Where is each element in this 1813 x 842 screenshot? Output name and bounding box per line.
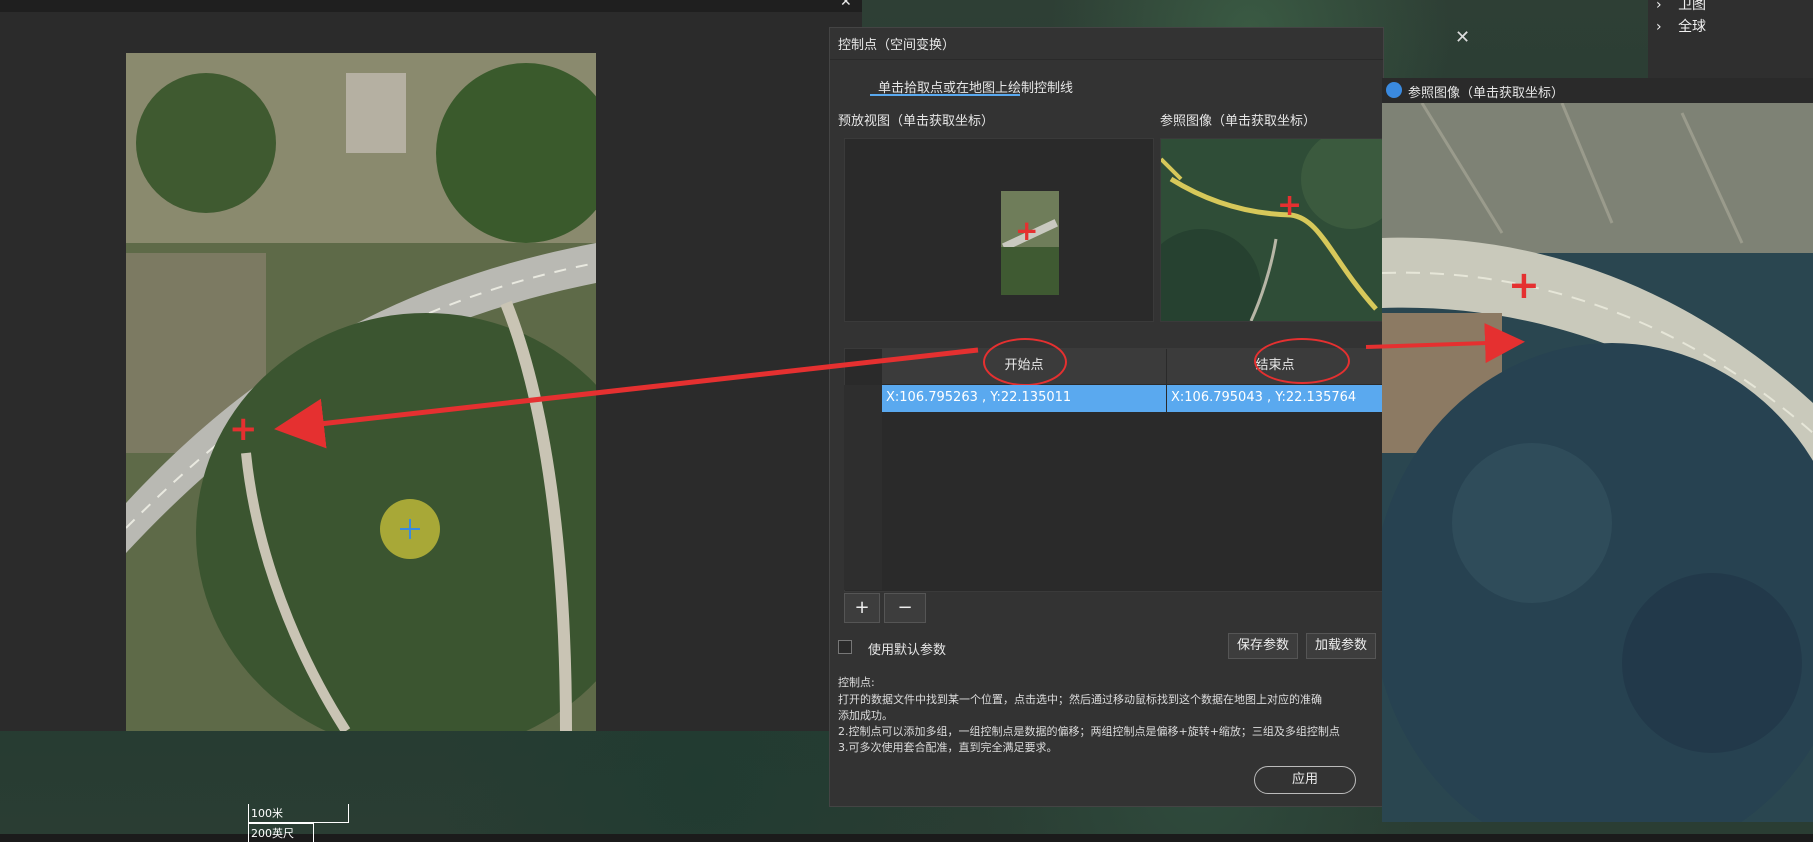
close-icon[interactable]: ✕ (840, 0, 852, 10)
preview-titlebar (0, 0, 862, 12)
row-index-column (844, 385, 882, 590)
control-points-dialog: 控制点（空间变换） 单击拾取点或在地图上绘制控制线 预放视图（单击获取坐标） 参… (829, 27, 1385, 807)
help-line-4: 3.可多次使用套合配准，直到完全满足要求。 (838, 741, 1058, 754)
end-header-highlight (1254, 338, 1350, 384)
preview-view-label: 预放视图（单击获取坐标） (838, 114, 995, 129)
scale-primary: 100米 (248, 804, 349, 823)
start-header-highlight (983, 338, 1067, 386)
chevron-right-icon: › (1656, 0, 1662, 13)
reference-image-window: 参照图像（单击获取坐标） + (1382, 78, 1813, 822)
reference-satellite-image[interactable] (1382, 103, 1813, 822)
table-row-end-cell[interactable]: X:106.795043 , Y:22.135764 (1167, 385, 1383, 412)
add-control-point-button[interactable]: + (844, 593, 880, 623)
default-params-label: 使用默认参数 (868, 643, 947, 658)
preview-thumbnail-panel[interactable]: + (844, 138, 1154, 322)
reference-thumbnail (1161, 139, 1384, 321)
help-line-1: 打开的数据文件中找到某一个位置，点击选中；然后通过移动鼠标找到这个数据在地图上对… (838, 693, 1322, 706)
dialog-title: 控制点（空间变换） (838, 38, 956, 53)
preview-window: ✕ + (0, 0, 862, 731)
scale-bar: 100米 200英尺 (248, 804, 349, 842)
instruction-underline (870, 94, 1020, 96)
thumbnail-marker-icon: + (1015, 214, 1039, 247)
remove-control-point-button[interactable]: − (884, 593, 926, 623)
help-heading: 控制点: (838, 676, 875, 689)
reference-thumbnail-panel[interactable]: + (1160, 138, 1385, 322)
help-line-3: 2.控制点可以添加多组，一组控制点是数据的偏移；两组控制点是偏移+旋转+缩放；三… (838, 725, 1340, 738)
reference-window-title: 参照图像（单击获取坐标） (1408, 86, 1565, 101)
layer-tree-item-global[interactable]: › 全球 (1656, 16, 1706, 36)
default-params-checkbox[interactable] (838, 640, 852, 654)
help-line-2: 添加成功。 (838, 709, 893, 722)
close-icon[interactable]: ✕ (1455, 27, 1470, 48)
start-point-marker-icon: + (229, 409, 258, 449)
end-point-marker-icon: + (1508, 263, 1540, 307)
preview-drone-image[interactable] (126, 53, 596, 731)
load-params-button[interactable]: 加载参数 (1306, 633, 1376, 659)
apply-button[interactable]: 应用 (1254, 766, 1356, 794)
app-logo-icon (1386, 82, 1402, 98)
reference-image-label: 参照图像（单击获取坐标） (1160, 114, 1317, 129)
save-params-button[interactable]: 保存参数 (1228, 633, 1298, 659)
table-row-start-cell[interactable]: X:106.795263 , Y:22.135011 (882, 385, 1166, 412)
reference-marker-icon: + (1277, 188, 1303, 223)
layer-tree-item-satellite[interactable]: › 卫图 (1656, 0, 1706, 14)
scale-secondary: 200英尺 (248, 823, 314, 842)
chevron-right-icon: › (1656, 19, 1662, 35)
